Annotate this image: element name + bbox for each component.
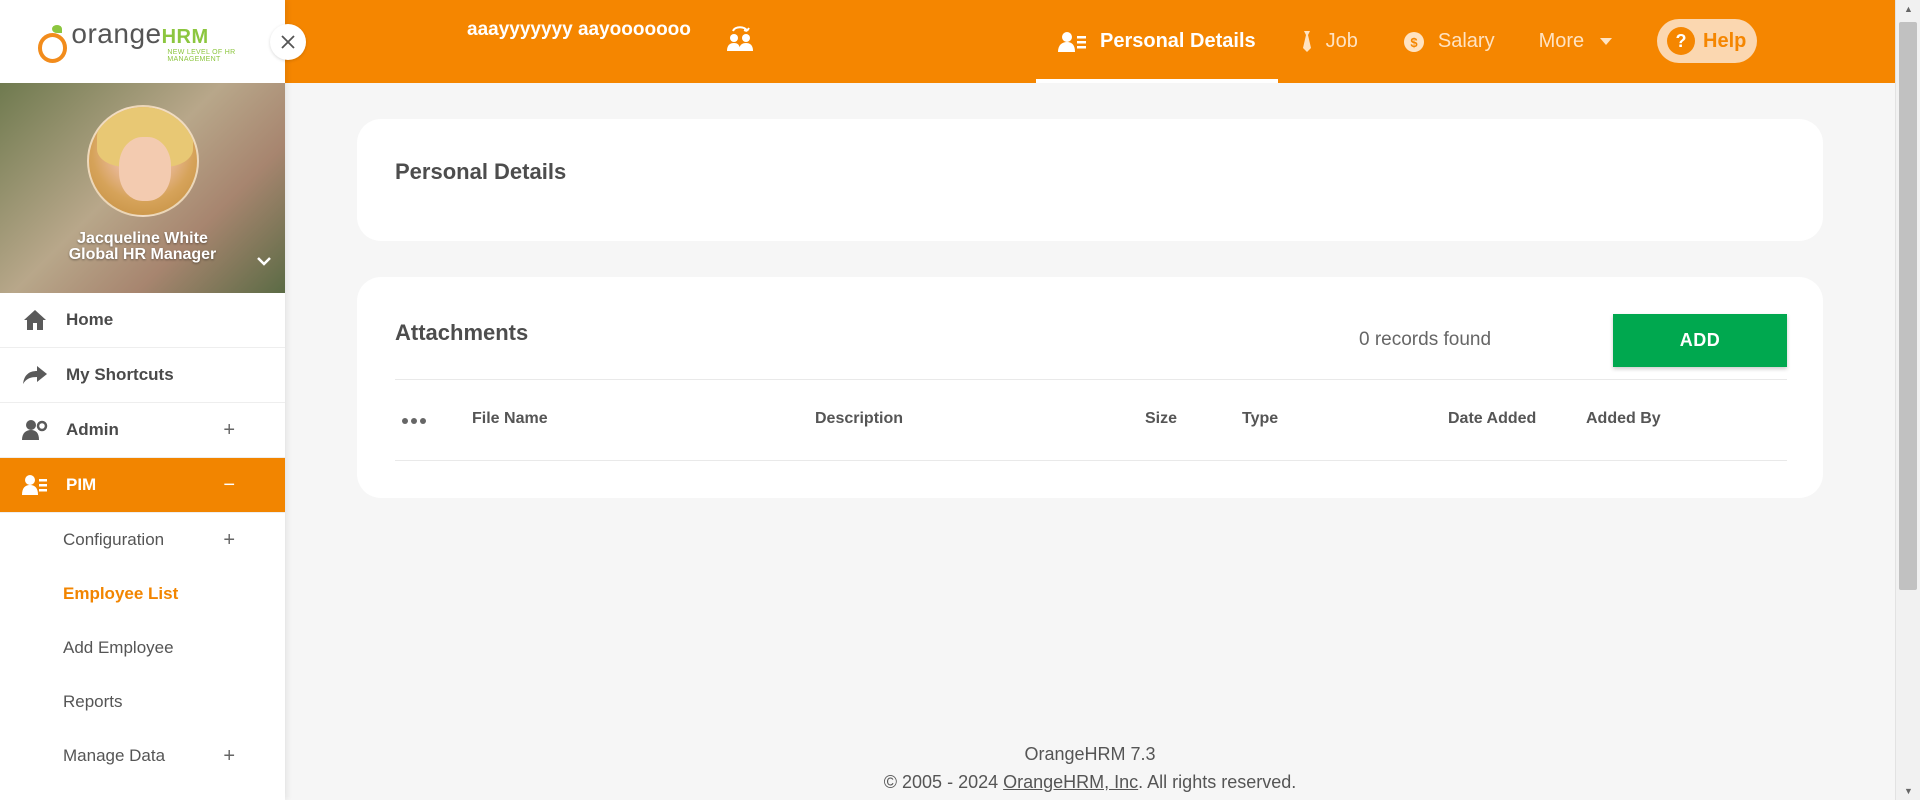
- employee-tabs: Personal Details Job $ Salary More: [1036, 0, 1634, 83]
- tab-more[interactable]: More: [1517, 0, 1635, 83]
- user-gear-icon: [22, 418, 48, 442]
- menu-item-label: Home: [66, 310, 114, 329]
- close-sidebar-button[interactable]: [270, 24, 306, 60]
- records-count: 0 records found: [1359, 329, 1492, 350]
- chevron-down-icon[interactable]: [257, 250, 271, 271]
- caret-down-icon: [1600, 35, 1613, 49]
- tab-label: Personal Details: [1100, 30, 1256, 52]
- home-icon: [22, 308, 48, 332]
- column-header-size[interactable]: Size: [1145, 410, 1177, 428]
- logo-brand: HRM: [161, 26, 209, 48]
- tie-icon: [1300, 30, 1314, 54]
- expand-icon[interactable]: +: [223, 745, 235, 768]
- user-list-icon: [22, 473, 48, 497]
- more-options-icon[interactable]: [401, 408, 427, 428]
- menu-item-home[interactable]: Home: [0, 293, 285, 348]
- tab-personal-details[interactable]: Personal Details: [1036, 0, 1278, 83]
- orange-logo-icon: [38, 25, 68, 63]
- tab-label: More: [1538, 30, 1585, 52]
- submenu-item-configuration[interactable]: Configuration +: [0, 513, 285, 567]
- column-header-type[interactable]: Type: [1242, 410, 1278, 428]
- submenu-item-employee-list[interactable]: Employee List: [0, 567, 285, 621]
- menu-item-shortcuts[interactable]: My Shortcuts: [0, 348, 285, 403]
- attachments-card: Attachments 0 records found ADD File Nam…: [357, 277, 1823, 498]
- submenu-item-label: Add Employee: [63, 638, 174, 657]
- expand-icon[interactable]: +: [223, 529, 235, 552]
- tab-salary[interactable]: $ Salary: [1380, 0, 1517, 83]
- copyright-suffix: . All rights reserved.: [1138, 772, 1297, 792]
- page-scrollbar[interactable]: ▲ ▼: [1895, 0, 1920, 800]
- personal-details-card: Personal Details: [357, 119, 1823, 241]
- column-header-added-by[interactable]: Added By: [1586, 410, 1661, 428]
- add-attachment-button[interactable]: ADD: [1613, 314, 1787, 367]
- submenu-item-label: Employee List: [63, 584, 179, 603]
- help-button[interactable]: ? Help: [1657, 19, 1757, 63]
- tab-job[interactable]: Job: [1278, 0, 1380, 83]
- main-menu: Home My Shortcuts Admin + PIM − Configur…: [0, 293, 285, 783]
- user-profile[interactable]: Jacqueline White Global HR Manager: [0, 83, 285, 293]
- collapse-icon[interactable]: −: [223, 474, 235, 497]
- column-header-file-name[interactable]: File Name: [472, 410, 548, 428]
- submenu-item-reports[interactable]: Reports: [0, 675, 285, 729]
- close-icon: [281, 35, 295, 49]
- scroll-down-arrow-icon[interactable]: ▼: [1896, 782, 1920, 800]
- profile-role: Global HR Manager: [68, 246, 217, 263]
- submenu-item-label: Configuration: [63, 530, 165, 549]
- profile-name: Jacqueline White: [77, 230, 208, 247]
- attachments-table-header: File Name Description Size Type Date Add…: [395, 379, 1787, 461]
- submenu-item-manage-data[interactable]: Manage Data +: [0, 729, 285, 783]
- submenu-item-label: Manage Data: [63, 746, 166, 765]
- question-icon: ?: [1667, 27, 1695, 55]
- column-header-date-added[interactable]: Date Added: [1448, 410, 1536, 428]
- footer-copyright: © 2005 - 2024 OrangeHRM, Inc. All rights…: [285, 772, 1895, 793]
- submenu-item-label: Reports: [63, 692, 123, 711]
- share-arrow-icon: [22, 364, 48, 386]
- menu-item-label: My Shortcuts: [66, 365, 174, 384]
- user-list-icon: [1058, 30, 1088, 54]
- employee-name: aaayyyyyyy aayooooooo: [467, 19, 691, 40]
- svg-text:$: $: [1410, 35, 1418, 50]
- logo-tagline: NEW LEVEL OF HR MANAGEMENT: [167, 49, 236, 63]
- logo-area: orangeHRM NEW LEVEL OF HR MANAGEMENT: [0, 0, 285, 83]
- tab-label: Job: [1325, 30, 1358, 52]
- submenu-item-add-employee[interactable]: Add Employee: [0, 621, 285, 675]
- copyright-prefix: © 2005 - 2024: [883, 772, 1004, 792]
- footer-version: OrangeHRM 7.3: [1024, 744, 1156, 764]
- orangehrm-link[interactable]: OrangeHRM, Inc: [1003, 772, 1138, 792]
- switch-employee-icon[interactable]: [725, 24, 755, 57]
- column-header-description[interactable]: Description: [815, 410, 903, 428]
- menu-item-label: Admin: [66, 420, 119, 439]
- logo-text: orange: [71, 18, 162, 49]
- scroll-up-arrow-icon[interactable]: ▲: [1896, 0, 1920, 18]
- menu-item-admin[interactable]: Admin +: [0, 403, 285, 458]
- dollar-coin-icon: $: [1402, 30, 1426, 54]
- scrollbar-thumb[interactable]: [1899, 22, 1917, 590]
- menu-item-label: PIM: [66, 475, 97, 494]
- attachments-title: Attachments: [395, 320, 529, 345]
- personal-details-title: Personal Details: [395, 159, 567, 184]
- menu-item-pim[interactable]: PIM −: [0, 458, 285, 513]
- orangehrm-logo[interactable]: orangeHRM NEW LEVEL OF HR MANAGEMENT: [38, 20, 285, 63]
- top-bar: aaayyyyyyy aayooooooo Personal Details J…: [285, 0, 1895, 83]
- tab-label: Salary: [1437, 30, 1495, 52]
- avatar: [86, 105, 199, 217]
- expand-icon[interactable]: +: [223, 419, 235, 442]
- help-label: Help: [1703, 29, 1747, 52]
- sidebar: orangeHRM NEW LEVEL OF HR MANAGEMENT Jac…: [0, 0, 285, 800]
